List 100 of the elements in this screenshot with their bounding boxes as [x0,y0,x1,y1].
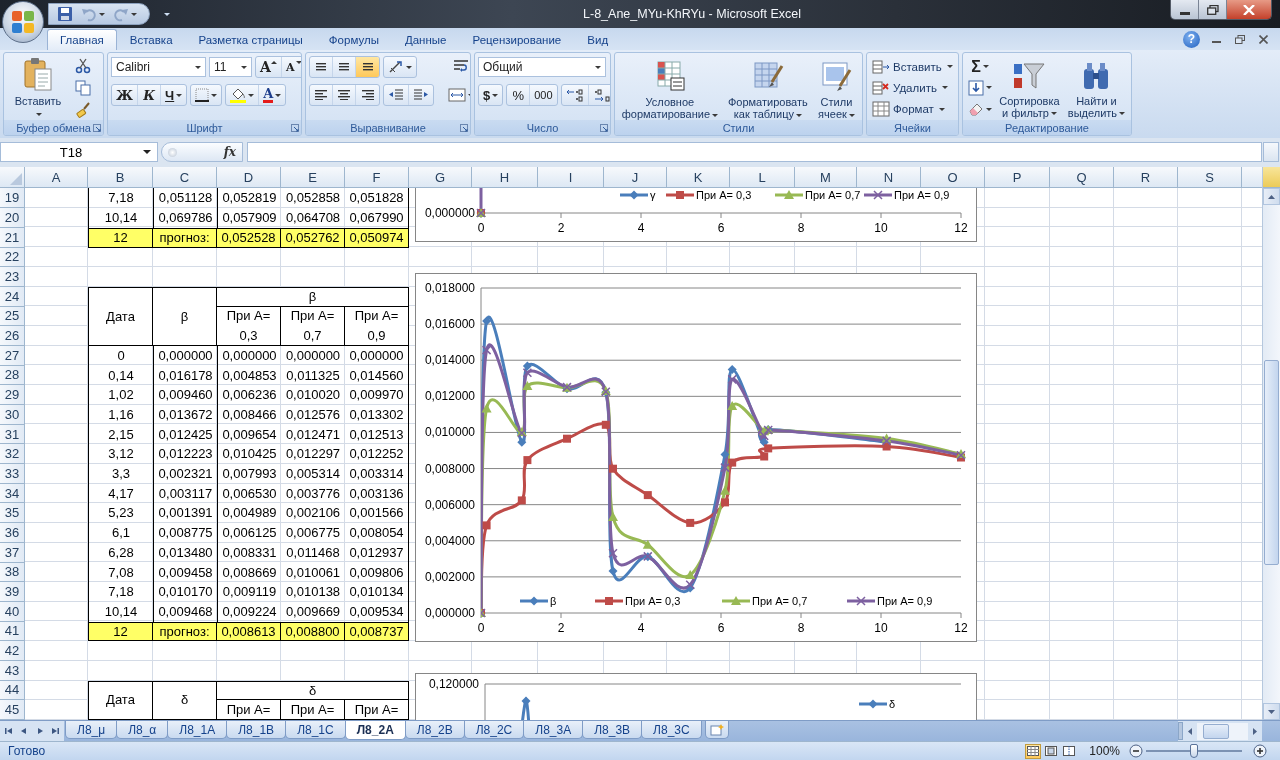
table-cell: 5,23 [88,503,153,524]
table-cell: 0,14 [88,365,153,386]
table-cell-text: 0,064708 [284,209,342,228]
table-cell: 3,12 [88,444,153,465]
table-cell: 0,004853 [217,365,281,386]
table-cell: 0,012513 [345,424,409,445]
table-cell: 0,069786 [153,208,217,228]
table-cell-text: 0,010020 [284,386,342,405]
legend-label: γ [650,189,656,202]
table-cell: β [217,286,409,307]
table-cell: 0,008466 [217,405,281,425]
table-cell: 0,001391 [153,503,217,524]
table-cell-text: 0,011325 [285,366,341,385]
table-cell: 0,052528 [217,227,281,248]
table-cell: 3,3 [88,464,153,484]
table-cell: 12 [88,227,153,248]
table-cell: 0,008737 [345,621,409,642]
legend-label: β [550,595,557,608]
y-tick-label: 0,014000 [424,353,475,368]
table-cell: 7,08 [88,562,153,583]
table-cell: 0,008800 [281,621,345,642]
table-cell-text: 0,009669 [284,602,342,621]
table-cell: При А= [217,700,281,720]
table-cell: 0,052819 [217,188,281,209]
legend-label: При А= 0,9 [877,595,933,608]
table-cell: 0,006530 [217,483,281,504]
table-cell: При А= [345,700,409,720]
group-label: Ячейки [894,121,931,134]
table-cell: 0,009654 [217,424,281,445]
table-cell: 0,008775 [153,523,217,543]
table-cell: 0,013672 [153,405,217,425]
legend-label: При А= 0,3 [625,595,681,608]
table-cell: 0,008054 [345,523,409,543]
legend-label: δ [889,698,896,711]
table-cell: 0,003314 [345,464,409,484]
table-cell: При А= 0,9 [345,306,409,346]
table-cell-text: 0,010061 [284,563,342,582]
x-tick-label: 0 [477,221,485,236]
legend-label: При А= 0,7 [752,595,808,608]
table-cell: 0,013302 [345,405,409,425]
group-label: Буфер обмена [16,121,91,134]
table-cell: 0,009119 [217,582,281,602]
table-cell: При А= 0,7 [281,306,345,346]
table-cell: δ [217,680,409,701]
table-cell: 0,008613 [217,621,281,642]
table-cell: 0,008669 [217,562,281,583]
table-cell-text: 0,052858 [284,189,342,208]
table-cell: При А= 0,3 [217,306,281,346]
table-cell: 0,052762 [281,227,345,248]
table-cell: 0,006125 [217,523,281,543]
table-cell-text: 0,012297 [284,445,342,464]
table-cell: 0,003117 [153,483,217,504]
table-cell: 0,012425 [153,424,217,445]
table-cell: 0 [88,345,153,366]
table-cell: 0,050974 [345,227,409,248]
table-cell-text: 0,011468 [285,543,341,562]
y-tick-label: 0,000000 [424,206,475,221]
table-cell: 0,000000 [217,345,281,366]
table-cell: Дата [88,680,153,720]
table-cell: 1,02 [88,385,153,405]
table-cell: 10,14 [88,208,153,228]
x-tick-label: 10 [874,621,888,636]
table-cell-text: 0,002106 [284,504,342,523]
x-tick-label: 12 [954,621,968,636]
table-cell: 0,009468 [153,601,217,622]
table-cell: 4,17 [88,483,153,504]
x-tick-label: 10 [874,221,888,236]
table-cell: При А= [281,700,345,720]
group-label: Число [526,121,559,134]
x-tick-label: 6 [717,221,725,236]
table-cell: Дата [88,286,153,346]
window-title: L-8_Ane_MYu-KhRYu - Microsoft Excel [582,7,802,21]
table-cell: δ [153,680,217,720]
table-cell: 0,009806 [345,562,409,583]
table-cell: 2,15 [88,424,153,445]
legend-label: При А= 0,9 [894,189,950,202]
table-cell: β [153,286,217,346]
y-tick-label: 0,000000 [424,606,475,621]
table-cell: 1,16 [88,405,153,425]
group-label: Шрифт [186,121,223,134]
table-cell: 0,000000 [153,345,217,366]
legend-label: При А= 0,3 [696,189,752,202]
table-cell: 0,001566 [345,503,409,524]
table-cell: 6,1 [88,523,153,543]
legend-label: При А= 0,7 [805,189,861,202]
table-cell: прогноз: [153,621,217,642]
table-cell: 12 [88,621,153,642]
table-cell-text: 0,005314 [284,465,342,484]
table-cell: 0,010170 [153,582,217,602]
x-tick-label: 2 [557,221,565,236]
table-cell-text: 0,003776 [284,484,342,503]
x-tick-label: 8 [797,621,805,636]
group-label: Редактирование [1005,121,1089,134]
table-cell: 0,012937 [345,542,409,563]
x-tick-label: 0 [477,621,485,636]
table-cell: 0,051128 [153,188,217,209]
y-tick-label: 0,002000 [424,570,475,585]
table-cell: 0,000000 [345,345,409,366]
y-tick-label: 0,012000 [424,389,475,404]
y-tick-label: 0,010000 [424,425,475,440]
